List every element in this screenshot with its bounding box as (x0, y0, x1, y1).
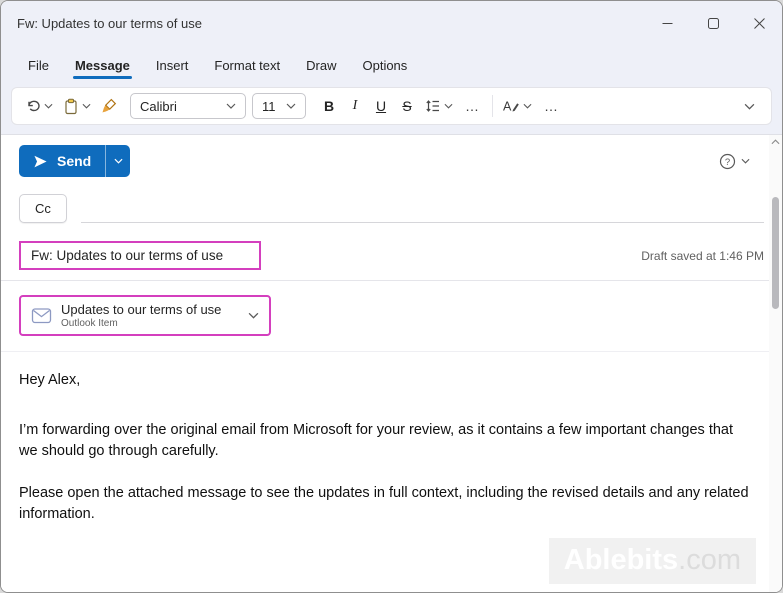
chevron-down-icon (114, 158, 123, 164)
send-split-button: Send (19, 145, 131, 177)
maximize-button[interactable] (690, 1, 736, 45)
toolbar-collapse-button[interactable] (736, 99, 763, 114)
scrollbar-thumb[interactable] (772, 197, 779, 309)
chevron-down-icon (744, 103, 755, 110)
send-button-label: Send (57, 153, 92, 169)
formatting-toolbar: Calibri 11 B I U S … A … (11, 87, 772, 125)
paste-button[interactable] (58, 94, 96, 119)
body-paragraph-2: Please open the attached message to see … (19, 485, 749, 523)
format-painter-icon (101, 98, 117, 114)
watermark-name: Ablebits (563, 544, 679, 577)
maximize-icon (707, 17, 719, 29)
body-paragraph-1: I’m forwarding over the original email f… (19, 422, 734, 460)
ablebits-watermark: Ablebits.com (548, 538, 756, 584)
tab-file[interactable]: File (15, 50, 62, 83)
chevron-down-icon (82, 103, 91, 109)
window-controls (644, 1, 782, 45)
chevron-down-icon (286, 103, 296, 109)
ribbon-tab-bar: File Message Insert Format text Draw Opt… (1, 45, 782, 83)
attachment-type-label: Outlook Item (61, 318, 118, 329)
toolbar-divider (492, 95, 493, 117)
titlebar: Fw: Updates to our terms of use (1, 1, 782, 45)
chevron-down-icon (741, 158, 750, 164)
italic-button[interactable]: I (342, 93, 368, 119)
text-styles-icon: A (503, 98, 520, 114)
text-styles-button[interactable]: A (498, 94, 537, 118)
compose-content: Send ? Cc Fw: Updates to our terms of us… (1, 135, 782, 592)
font-size-select[interactable]: 11 (252, 93, 306, 119)
underline-button[interactable]: U (368, 93, 394, 119)
font-size-value: 11 (262, 98, 276, 114)
undo-button[interactable] (20, 94, 58, 118)
window-title: Fw: Updates to our terms of use (17, 15, 202, 31)
send-button[interactable]: Send (19, 145, 105, 177)
svg-text:A: A (503, 100, 512, 114)
attachment-title: Updates to our terms of use (61, 302, 222, 317)
body-greeting: Hey Alex, (19, 372, 81, 388)
line-spacing-button[interactable] (420, 94, 458, 118)
recipients-field[interactable] (80, 191, 764, 223)
font-name-select[interactable]: Calibri (130, 93, 246, 119)
tab-insert[interactable]: Insert (143, 50, 202, 83)
scroll-up-arrow[interactable] (771, 139, 780, 145)
attachment-info: Updates to our terms of use Outlook Item (61, 302, 221, 329)
vertical-scrollbar[interactable] (769, 135, 782, 592)
send-icon (33, 154, 48, 169)
bold-button[interactable]: B (316, 93, 342, 119)
draft-saved-status: Draft saved at 1:46 PM (641, 248, 764, 263)
strikethrough-button[interactable]: S (394, 93, 420, 119)
font-name-value: Calibri (140, 98, 177, 114)
line-spacing-icon (425, 98, 441, 114)
toolbar-row: Calibri 11 B I U S … A … (1, 83, 782, 135)
attachment-row: Updates to our terms of use Outlook Item (1, 281, 782, 352)
minimize-icon (662, 18, 673, 29)
attached-email-card[interactable]: Updates to our terms of use Outlook Item (19, 295, 271, 336)
chevron-down-icon (444, 103, 453, 109)
close-button[interactable] (736, 1, 782, 45)
outlook-compose-window: Fw: Updates to our terms of use File Mes… (0, 0, 783, 593)
svg-text:?: ? (725, 157, 730, 168)
envelope-icon (31, 306, 52, 325)
chevron-down-icon (523, 103, 532, 109)
message-body-editor[interactable]: Hey Alex, I’m forwarding over the origin… (1, 352, 782, 525)
subject-row: Fw: Updates to our terms of use Draft sa… (1, 231, 782, 281)
tab-draw[interactable]: Draw (293, 50, 349, 83)
send-options-dropdown[interactable] (105, 145, 130, 177)
subject-field[interactable]: Fw: Updates to our terms of use (31, 248, 223, 263)
send-row: Send ? (1, 135, 782, 181)
minimize-button[interactable] (644, 1, 690, 45)
cc-button[interactable]: Cc (19, 194, 67, 223)
help-button[interactable]: ? (719, 153, 750, 170)
tab-options[interactable]: Options (349, 50, 420, 83)
watermark-suffix: .com (678, 544, 741, 577)
more-toolbar-options-button[interactable]: … (537, 98, 566, 114)
clipboard-icon (63, 98, 79, 115)
help-icon: ? (719, 153, 736, 170)
format-painter-button[interactable] (96, 94, 122, 118)
recipient-row: Cc (1, 181, 782, 223)
close-icon (753, 17, 765, 29)
more-formatting-options-button[interactable]: … (458, 98, 487, 114)
tab-format-text[interactable]: Format text (201, 50, 293, 83)
chevron-down-icon (226, 103, 236, 109)
tab-message[interactable]: Message (62, 50, 143, 83)
attachment-options-dropdown[interactable] (232, 312, 259, 319)
undo-icon (25, 98, 41, 114)
subject-highlight-annotation: Fw: Updates to our terms of use (19, 241, 261, 270)
chevron-down-icon (44, 103, 53, 109)
